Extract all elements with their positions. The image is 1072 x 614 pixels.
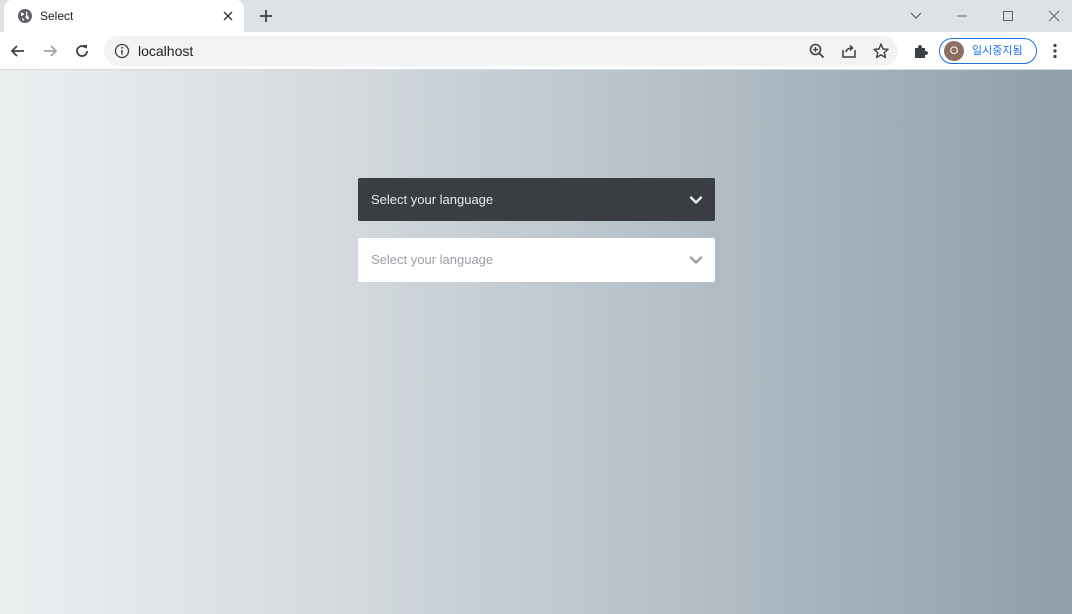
profile-status-label: 일시중지됨 — [972, 45, 1023, 57]
language-select-light[interactable]: Select your language — [358, 238, 715, 282]
page-viewport: Select your language Select your languag… — [0, 70, 1072, 614]
profile-button[interactable]: O 일시중지됨 — [939, 38, 1037, 64]
chevron-down-icon — [689, 253, 703, 267]
close-tab-icon[interactable] — [220, 8, 236, 24]
reload-icon[interactable] — [69, 38, 95, 64]
address-bar[interactable]: localhost — [104, 36, 898, 66]
select-label: Select your language — [371, 192, 494, 207]
globe-icon — [17, 8, 33, 24]
chevron-down-icon — [689, 193, 703, 207]
forward-icon[interactable] — [37, 38, 63, 64]
extensions-puzzle-icon[interactable] — [910, 40, 932, 62]
bookmark-star-icon[interactable] — [871, 41, 891, 61]
browser-toolbar: localhost O 일시중지됨 — [0, 32, 1072, 70]
address-url: localhost — [138, 43, 194, 59]
info-icon[interactable] — [114, 43, 130, 59]
avatar: O — [944, 41, 964, 61]
back-icon[interactable] — [5, 38, 31, 64]
new-tab-icon[interactable] — [256, 6, 276, 26]
minimize-icon[interactable] — [939, 0, 985, 32]
close-window-icon[interactable] — [1031, 0, 1072, 32]
tab-search-icon[interactable] — [893, 0, 939, 32]
language-select-dark[interactable]: Select your language — [358, 178, 715, 221]
tab-strip: Select — [0, 0, 1072, 32]
browser-tab[interactable]: Select — [4, 0, 244, 32]
more-menu-icon[interactable] — [1045, 40, 1065, 62]
select-label: Select your language — [371, 252, 494, 267]
zoom-icon[interactable] — [807, 41, 827, 61]
maximize-icon[interactable] — [985, 0, 1031, 32]
share-icon[interactable] — [839, 41, 859, 61]
tab-title: Select — [40, 9, 74, 23]
